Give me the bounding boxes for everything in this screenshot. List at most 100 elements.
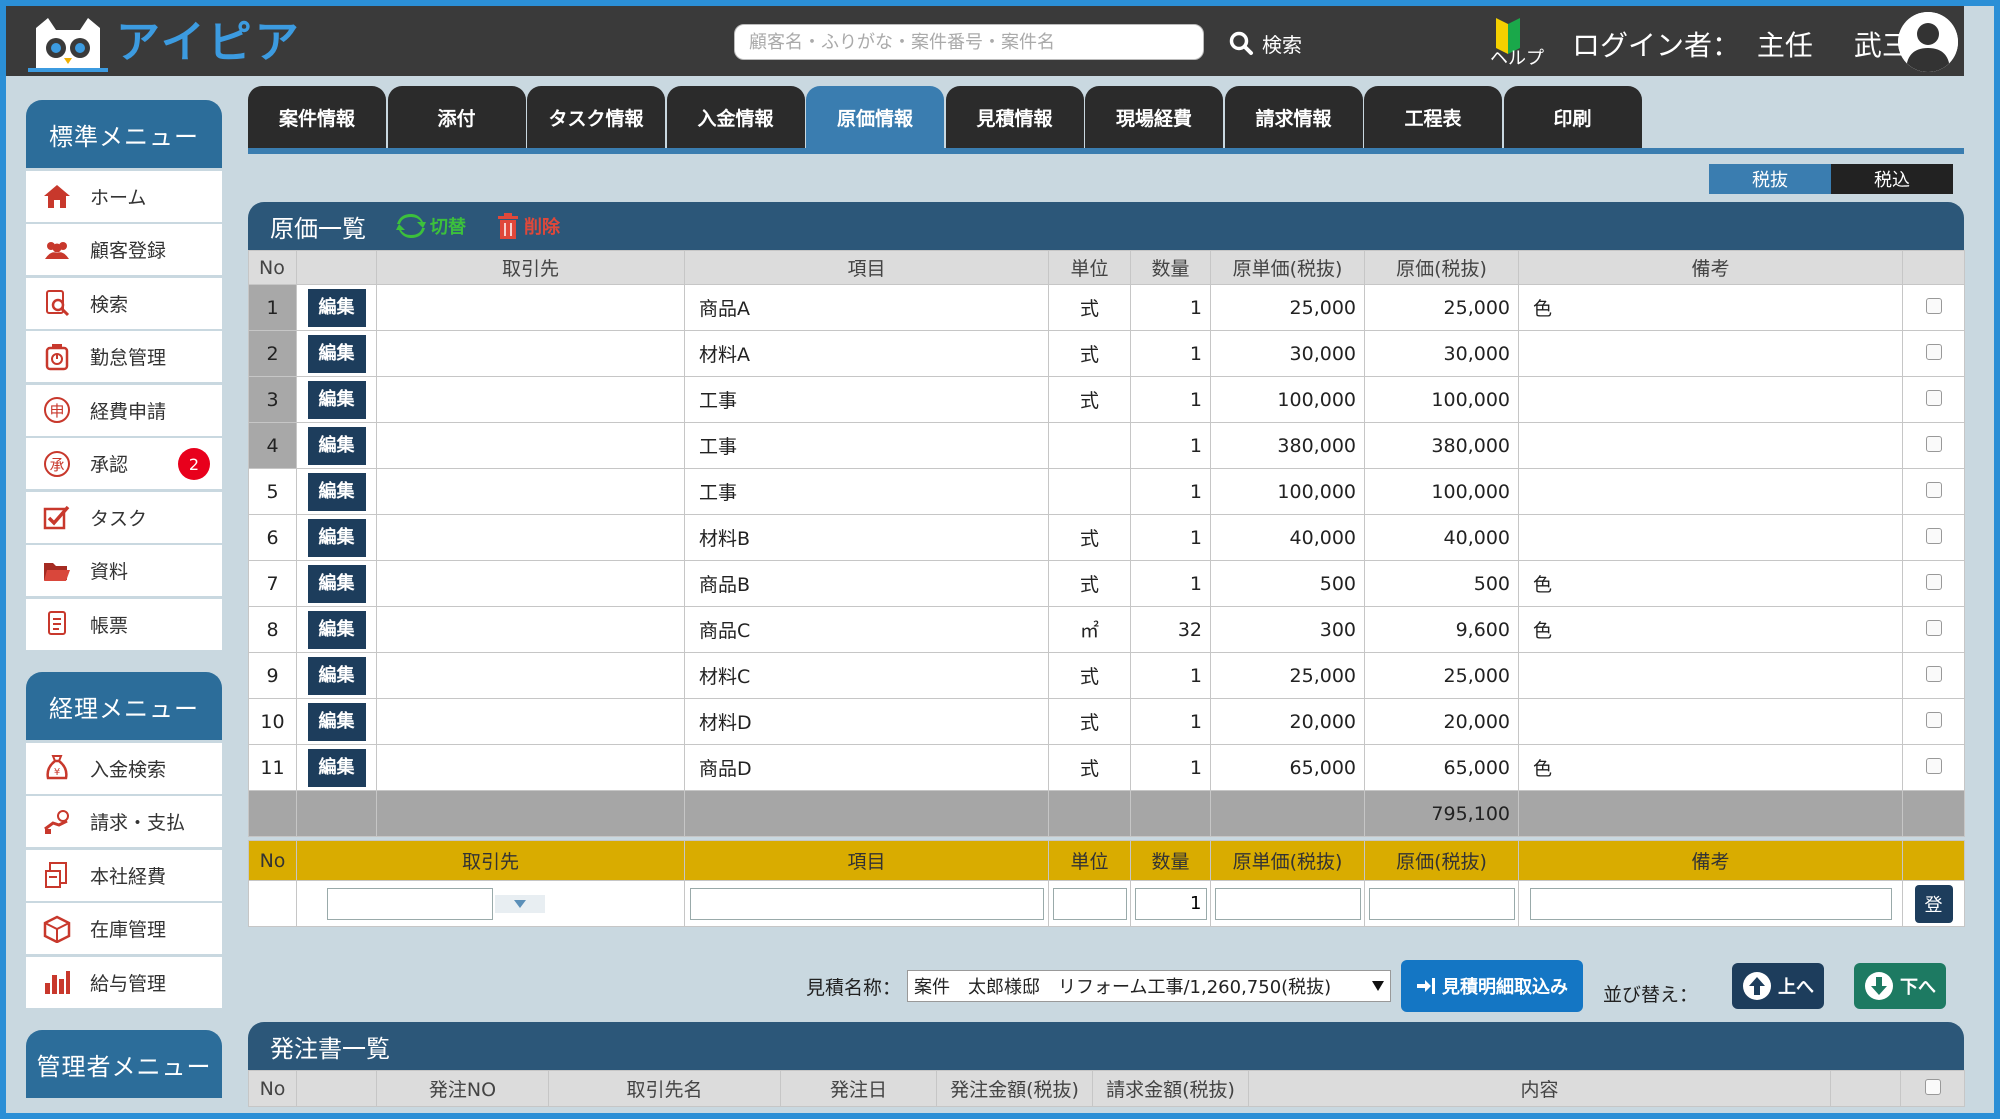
row-unit-price: 40,000 — [1210, 514, 1365, 561]
row-vendor — [376, 284, 685, 331]
app-logo[interactable]: アイピア — [28, 12, 302, 72]
switch-label: 切替 — [430, 217, 466, 238]
edit-button[interactable]: 編集 — [307, 702, 366, 741]
row-checkbox[interactable] — [1925, 389, 1942, 406]
avatar[interactable] — [1898, 12, 1958, 72]
sidebar-item-deposit-search[interactable]: ¥ 入金検索 — [26, 742, 222, 794]
vendor-input[interactable] — [327, 887, 493, 920]
edit-button[interactable]: 編集 — [307, 472, 366, 511]
tab-project-info[interactable]: 案件情報 — [248, 86, 386, 148]
sidebar-item-inventory[interactable]: 在庫管理 — [26, 903, 222, 954]
sidebar-item-home[interactable]: ホーム — [26, 170, 222, 222]
row-unit: 式 — [1048, 744, 1131, 791]
tab-estimate-info[interactable]: 見積情報 — [945, 86, 1084, 148]
sidebar-item-attendance[interactable]: 勤怠管理 — [26, 331, 222, 382]
help-button[interactable]: ヘルプ — [1486, 14, 1560, 69]
import-estimate-label: 見積明細取込み — [1442, 977, 1569, 998]
tax-included-button[interactable]: 税込 — [1831, 164, 1953, 194]
table-row: 5 編集 工事 1 100,000 100,000 — [248, 468, 1965, 515]
sidebar-item-billing-payment[interactable]: 請求・支払 — [26, 796, 222, 847]
box-icon — [42, 914, 72, 944]
tab-deposit-info[interactable]: 入金情報 — [666, 86, 805, 148]
sidebar-item-label: 帳票 — [90, 614, 129, 637]
row-item: 工事 — [684, 422, 1049, 469]
row-checkbox[interactable] — [1925, 527, 1942, 544]
search-input[interactable] — [734, 24, 1204, 60]
row-checkbox[interactable] — [1925, 481, 1942, 498]
sidebar-item-expense[interactable]: 申 経費申請 — [26, 384, 222, 436]
import-estimate-button[interactable]: 見積明細取込み — [1401, 960, 1584, 1012]
move-down-button[interactable]: 下へ — [1854, 963, 1947, 1009]
tab-task-info[interactable]: タスク情報 — [527, 86, 665, 148]
switch-button[interactable]: 切替 — [396, 213, 466, 239]
sidebar-item-approval[interactable]: 承 承認 2 — [26, 438, 222, 489]
tax-excluded-button[interactable]: 税抜 — [1709, 164, 1831, 194]
order-col-select — [1900, 1070, 1965, 1107]
top-header: アイピア 検索 ヘルプ ログイン者： 主任 武三 — [6, 6, 1964, 76]
payment-icon — [42, 807, 72, 837]
sidebar-item-forms[interactable]: 帳票 — [26, 598, 222, 650]
edit-button[interactable]: 編集 — [307, 518, 366, 557]
edit-button[interactable]: 編集 — [307, 564, 366, 603]
delete-button[interactable]: 削除 — [496, 212, 560, 240]
edit-button[interactable]: 編集 — [307, 380, 366, 419]
row-unit: ㎡ — [1048, 606, 1131, 653]
row-no: 1 — [248, 284, 297, 331]
row-no: 3 — [248, 376, 297, 423]
vendor-dropdown[interactable] — [495, 894, 545, 913]
order-col-extra — [1830, 1070, 1901, 1107]
sidebar-item-payroll[interactable]: 給与管理 — [26, 956, 222, 1008]
note-input[interactable] — [1529, 887, 1892, 920]
admin-menu: 管理者メニュー — [26, 1030, 222, 1098]
tab-attachments[interactable]: 添付 — [387, 86, 526, 148]
edit-button[interactable]: 編集 — [307, 288, 366, 327]
user-role: 主任 — [1756, 29, 1813, 62]
tab-bar: 案件情報 添付 タスク情報 入金情報 原価情報 見積情報 現場経費 請求情報 工… — [248, 86, 1643, 148]
edit-button[interactable]: 編集 — [307, 656, 366, 695]
svg-text:¥: ¥ — [54, 767, 60, 778]
estimate-select[interactable]: 案件 太郎様邸 リフォーム工事/1,260,750(税抜) — [907, 970, 1392, 1002]
standard-menu: 標準メニュー ホーム 顧客登録 検索 勤怠管理 申 経費申請 承 承認 2 タス — [26, 100, 222, 650]
cost-input[interactable] — [1368, 887, 1515, 920]
row-checkbox[interactable] — [1925, 343, 1942, 360]
sidebar-item-task[interactable]: タスク — [26, 491, 222, 543]
select-all-checkbox[interactable] — [1924, 1078, 1941, 1095]
table-row: 7 編集 商品B 式 1 500 500 色 — [248, 560, 1965, 607]
sidebar-item-materials[interactable]: 資料 — [26, 545, 222, 596]
search-button[interactable]: 検索 — [1228, 26, 1302, 60]
register-button[interactable]: 登 — [1914, 884, 1953, 923]
sidebar-item-hq-expense[interactable]: 本社経費 — [26, 849, 222, 901]
tab-print[interactable]: 印刷 — [1503, 86, 1642, 148]
item-input[interactable] — [689, 887, 1044, 920]
row-qty: 1 — [1130, 330, 1211, 377]
row-checkbox[interactable] — [1925, 297, 1942, 314]
tab-billing-info[interactable]: 請求情報 — [1224, 86, 1363, 148]
tab-cost-info[interactable]: 原価情報 — [806, 86, 944, 148]
row-checkbox[interactable] — [1925, 619, 1942, 636]
sidebar-item-customer-register[interactable]: 顧客登録 — [26, 224, 222, 275]
tab-site-expense[interactable]: 現場経費 — [1085, 86, 1223, 148]
edit-button[interactable]: 編集 — [307, 748, 366, 787]
row-checkbox[interactable] — [1925, 435, 1942, 452]
sidebar-item-label: 給与管理 — [90, 972, 167, 995]
tab-schedule[interactable]: 工程表 — [1364, 86, 1502, 148]
edit-button[interactable]: 編集 — [307, 334, 366, 373]
money-bag-icon: ¥ — [42, 753, 72, 783]
qty-input[interactable] — [1134, 887, 1207, 920]
move-up-button[interactable]: 上へ — [1732, 963, 1825, 1009]
entry-col-unit: 単位 — [1048, 840, 1131, 881]
unit-input[interactable] — [1052, 887, 1127, 920]
edit-button[interactable]: 編集 — [307, 426, 366, 465]
approval-count-badge: 2 — [178, 448, 210, 480]
import-icon — [1417, 978, 1436, 994]
row-vendor — [376, 652, 685, 699]
row-checkbox[interactable] — [1925, 757, 1942, 774]
edit-button[interactable]: 編集 — [307, 610, 366, 649]
order-col-edit — [296, 1070, 377, 1107]
sidebar-item-search[interactable]: 検索 — [26, 277, 222, 329]
col-qty: 数量 — [1130, 250, 1211, 285]
row-checkbox[interactable] — [1925, 665, 1942, 682]
unit-price-input[interactable] — [1214, 887, 1361, 920]
row-checkbox[interactable] — [1925, 573, 1942, 590]
row-checkbox[interactable] — [1925, 711, 1942, 728]
